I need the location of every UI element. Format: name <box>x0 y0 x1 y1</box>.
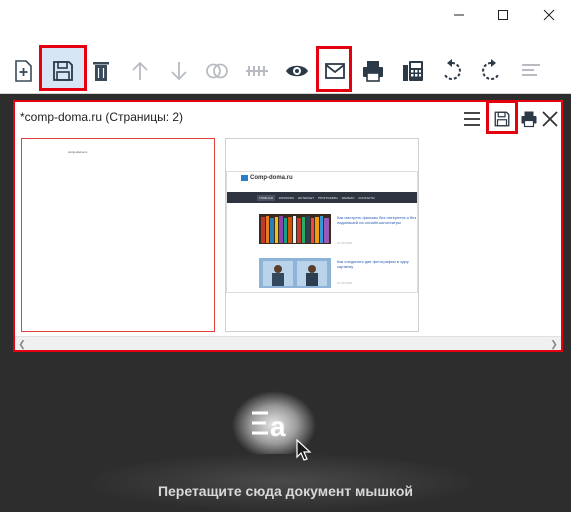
site-logo: Comp-doma.ru <box>241 175 293 181</box>
arrow-down-icon <box>171 62 187 81</box>
floppy-disk-icon <box>494 111 510 127</box>
merge-button[interactable] <box>202 56 232 86</box>
close-icon <box>543 9 555 21</box>
move-down-button[interactable] <box>164 56 194 86</box>
align-left-icon <box>522 64 540 76</box>
article-1-date: 10.03.2019 <box>337 241 353 245</box>
arrow-up-icon <box>132 61 148 80</box>
close-icon <box>542 111 558 127</box>
overlap-circles-icon <box>206 63 228 79</box>
toolbar <box>0 45 571 94</box>
delete-button[interactable] <box>86 56 116 86</box>
new-document-button[interactable] <box>8 56 38 86</box>
site-nav-item: ИНТЕРНЕТ <box>297 195 315 200</box>
minimize-icon <box>454 14 464 16</box>
article-2-title: Как соединить две фотографии в одну карт… <box>337 259 409 269</box>
eye-icon <box>286 65 308 77</box>
document-title: *comp-doma.ru (Страницы: 2) <box>20 110 184 124</box>
save-button[interactable] <box>48 56 78 86</box>
site-nav-item: ЖЕЛЕЗО <box>341 195 355 200</box>
site-name: Comp-doma.ru <box>250 175 293 181</box>
page-thumbnail-1[interactable]: comp-doma.ru <box>21 138 215 332</box>
split-button[interactable] <box>242 56 272 86</box>
minimize-button[interactable] <box>437 0 481 30</box>
scroll-right-icon[interactable]: ❯ <box>547 337 561 351</box>
mouse-cursor-icon <box>296 439 312 461</box>
drop-zone-label: Перетащите сюда документ мышкой <box>157 483 414 499</box>
printer-icon <box>521 111 537 128</box>
scroll-left-icon[interactable]: ❮ <box>15 337 29 351</box>
rotate-right-button[interactable] <box>476 56 506 86</box>
site-nav-item: ПРОГРАММЫ <box>318 195 338 200</box>
panel-close-button[interactable] <box>539 108 561 130</box>
rotate-right-icon <box>482 59 499 80</box>
print-button[interactable] <box>358 56 388 86</box>
fax-icon <box>403 61 423 81</box>
maximize-icon <box>498 10 508 20</box>
page-thumbnail-2[interactable]: Comp-doma.ru ГЛАВНАЯ WINDOWS ИНТЕРНЕТ ПР… <box>225 138 419 332</box>
fax-button[interactable] <box>398 56 428 86</box>
title-bar <box>0 0 571 48</box>
article-1-title: Как смотреть фильмы без интернета и без … <box>337 215 417 225</box>
article-1-image <box>259 214 331 244</box>
move-up-button[interactable] <box>125 56 155 86</box>
monitor-icon <box>241 175 248 181</box>
website-screenshot: Comp-doma.ru ГЛАВНАЯ WINDOWS ИНТЕРНЕТ ПР… <box>226 171 418 293</box>
workspace: *comp-doma.ru (Страницы: 2) comp-doma.ru… <box>0 94 571 512</box>
site-nav-item: КОНТАКТЫ <box>358 195 375 200</box>
site-nav-item: ГЛАВНАЯ <box>257 194 275 201</box>
file-plus-icon <box>15 60 32 82</box>
page-1-text: comp-doma.ru <box>68 150 88 154</box>
site-nav-item: WINDOWS <box>278 195 294 200</box>
email-button[interactable] <box>320 56 350 86</box>
preview-button[interactable] <box>282 56 312 86</box>
document-panel: *comp-doma.ru (Страницы: 2) comp-doma.ru… <box>13 100 563 352</box>
split-icon <box>246 66 268 76</box>
printer-icon <box>363 61 383 82</box>
align-button[interactable] <box>516 56 546 86</box>
horizontal-scrollbar[interactable]: ❮ ❯ <box>15 336 561 350</box>
rotate-left-button[interactable] <box>437 56 467 86</box>
article-2-image <box>259 258 331 288</box>
menu-icon <box>464 112 480 126</box>
panel-save-button[interactable] <box>491 108 513 130</box>
maximize-button[interactable] <box>481 0 525 30</box>
drop-zone[interactable] <box>92 454 472 510</box>
envelope-icon <box>325 63 345 79</box>
floppy-disk-icon <box>53 61 73 81</box>
close-button[interactable] <box>527 0 571 30</box>
panel-print-button[interactable] <box>518 108 540 130</box>
panel-menu-button[interactable] <box>461 108 483 130</box>
article-2-date: 10.03.2019 <box>337 281 353 285</box>
trash-icon <box>93 62 109 81</box>
svg-text:a: a <box>270 411 286 442</box>
site-nav: ГЛАВНАЯ WINDOWS ИНТЕРНЕТ ПРОГРАММЫ ЖЕЛЕЗ… <box>227 192 417 203</box>
rotate-left-icon <box>444 59 461 80</box>
